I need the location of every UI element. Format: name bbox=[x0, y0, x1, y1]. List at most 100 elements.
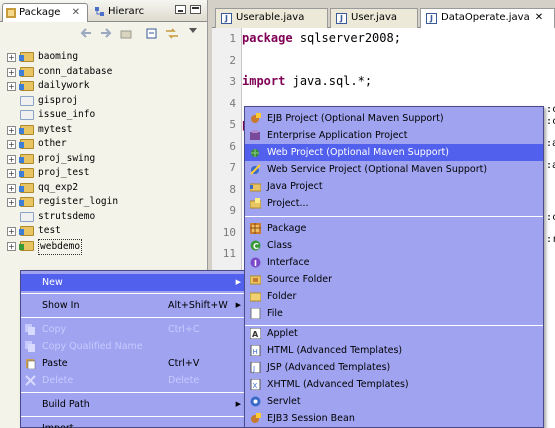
menu-item-applet[interactable]: A Applet bbox=[245, 325, 543, 342]
tree-item-label: mytest bbox=[38, 123, 73, 135]
project-folder-icon bbox=[19, 226, 34, 236]
project-tree: + baoming + conn_database + dailywork gispr… bbox=[0, 50, 207, 255]
tab-user-java[interactable]: J User.java bbox=[330, 8, 418, 28]
tree-item-conn-database[interactable]: + conn_database bbox=[0, 65, 207, 80]
line-number: 3 bbox=[229, 75, 236, 88]
tree-item-gisproj[interactable]: gisproj bbox=[0, 94, 207, 109]
tab-hierarchy-label: Hierarc bbox=[108, 6, 145, 17]
view-menu-icon[interactable] bbox=[189, 26, 201, 37]
minimize-icon[interactable] bbox=[175, 5, 186, 14]
menu-item-project[interactable]: Project... bbox=[245, 195, 543, 212]
tab-package-explorer[interactable]: Package ✕ bbox=[2, 3, 88, 22]
package-explorer-toolbar bbox=[0, 22, 207, 44]
menu-item-ejb3-session-bean[interactable]: EJB3 Session Bean bbox=[245, 410, 543, 427]
tree-item-baoming[interactable]: + baoming bbox=[0, 50, 207, 65]
menu-item-web-service-project[interactable]: Web Service Project (Optional Maven Supp… bbox=[245, 161, 543, 178]
forward-arrow-icon[interactable] bbox=[100, 28, 112, 39]
menu-item-ejb-project[interactable]: EJB Project (Optional Maven Support) bbox=[245, 110, 543, 127]
tree-item-register-login[interactable]: + register_login bbox=[0, 195, 207, 210]
back-arrow-icon[interactable] bbox=[80, 28, 92, 39]
menu-label: Delete bbox=[42, 375, 74, 386]
menu-item-enterprise-application-project[interactable]: Enterprise Application Project bbox=[245, 127, 543, 144]
menu-item-java-project[interactable]: Java Project bbox=[245, 178, 543, 195]
code-line: 2 bbox=[229, 50, 555, 72]
menu-item-import[interactable]: Import bbox=[21, 420, 245, 428]
expand-icon[interactable]: + bbox=[7, 169, 16, 178]
package-icon bbox=[250, 223, 261, 234]
file-icon bbox=[250, 307, 261, 320]
link-editor-icon[interactable] bbox=[165, 28, 178, 39]
web-project-folder-icon bbox=[19, 240, 34, 251]
context-menu: New ▶ Show In Alt+Shift+W ▶ Copy Ctrl+C Copy… bbox=[20, 270, 246, 428]
menu-label: EJB3 Session Bean bbox=[267, 413, 355, 424]
expand-icon[interactable]: + bbox=[7, 82, 16, 91]
menu-item-copy-qualified-name[interactable]: Copy Qualified Name bbox=[21, 338, 245, 355]
delete-icon bbox=[25, 375, 36, 386]
menu-item-source-folder[interactable]: Source Folder bbox=[245, 271, 543, 288]
menu-item-build-path[interactable]: Build Path ▶ bbox=[21, 396, 245, 413]
expand-icon[interactable]: + bbox=[7, 53, 16, 62]
menu-item-delete[interactable]: Delete Delete bbox=[21, 372, 245, 389]
menu-label: JSP (Advanced Templates) bbox=[267, 362, 391, 373]
tree-item-webdemo[interactable]: + webdemo bbox=[0, 238, 207, 255]
closed-project-icon bbox=[20, 211, 34, 222]
tree-item-label: register_login bbox=[38, 196, 119, 207]
menu-item-xhtml[interactable]: X XHTML (Advanced Templates) bbox=[245, 376, 543, 393]
tree-item-proj-swing[interactable]: + proj_swing bbox=[0, 152, 207, 167]
expand-icon[interactable]: + bbox=[7, 183, 16, 193]
menu-item-class[interactable]: C Class bbox=[245, 237, 543, 254]
menu-item-new[interactable]: New ▶ bbox=[21, 274, 245, 291]
expand-icon[interactable]: + bbox=[7, 154, 16, 164]
menu-item-html[interactable]: H HTML (Advanced Templates) bbox=[245, 342, 543, 359]
line-number: 10 bbox=[222, 225, 236, 239]
menu-label: HTML (Advanced Templates) bbox=[267, 345, 403, 356]
tree-item-proj-test[interactable]: + proj_test bbox=[0, 166, 207, 181]
menu-item-file[interactable]: File bbox=[245, 305, 543, 322]
tree-item-qq-exp2[interactable]: + qq_exp2 bbox=[0, 181, 207, 196]
tree-item-other[interactable]: + other bbox=[0, 137, 207, 152]
tab-dataoperate-java[interactable]: J DataOperate.java ✕ bbox=[420, 8, 555, 28]
tree-item-label: strutsdemo bbox=[38, 210, 96, 222]
close-icon[interactable]: ✕ bbox=[72, 7, 80, 18]
menu-item-copy[interactable]: Copy Ctrl+C bbox=[21, 321, 245, 338]
code-fragments: :c :c :a :a :c :r bbox=[546, 104, 555, 256]
tree-item-label: gisproj bbox=[38, 94, 79, 106]
menu-item-paste[interactable]: Paste Ctrl+V bbox=[21, 355, 245, 372]
maximize-icon[interactable] bbox=[190, 5, 201, 14]
menu-item-show-in[interactable]: Show In Alt+Shift+W ▶ bbox=[21, 297, 245, 314]
tree-item-strutsdemo[interactable]: strutsdemo bbox=[0, 210, 207, 225]
menu-item-interface[interactable]: I Interface bbox=[245, 254, 543, 271]
menu-accel: Ctrl+C bbox=[168, 324, 200, 335]
tree-item-test[interactable]: + test bbox=[0, 224, 207, 239]
line-number: 2 bbox=[229, 53, 236, 67]
tree-item-label: other bbox=[38, 138, 67, 149]
menu-label: Interface bbox=[267, 257, 310, 268]
html-icon: H bbox=[250, 344, 261, 357]
menu-item-servlet[interactable]: Servlet bbox=[245, 393, 543, 410]
menu-item-folder[interactable]: Folder bbox=[245, 288, 543, 305]
tab-userable-java[interactable]: J Userable.java bbox=[215, 8, 328, 28]
submenu-arrow-icon: ▶ bbox=[235, 301, 241, 309]
menu-item-package[interactable]: Package bbox=[245, 220, 543, 237]
tree-item-mytest[interactable]: + mytest bbox=[0, 123, 207, 138]
tree-item-label: qq_exp2 bbox=[38, 181, 79, 193]
menu-label: Paste bbox=[42, 358, 68, 369]
menu-label: Web Service Project (Optional Maven Supp… bbox=[267, 164, 488, 175]
tree-item-dailywork[interactable]: + dailywork bbox=[0, 79, 207, 94]
expand-icon[interactable]: + bbox=[7, 241, 16, 251]
menu-label: XHTML (Advanced Templates) bbox=[267, 379, 409, 390]
expand-icon[interactable]: + bbox=[7, 67, 16, 77]
collapse-all-icon[interactable] bbox=[146, 28, 158, 39]
expand-icon[interactable]: + bbox=[7, 198, 16, 207]
tree-item-label: conn_database bbox=[38, 65, 113, 77]
expand-icon[interactable]: + bbox=[7, 125, 16, 135]
up-folder-icon[interactable] bbox=[120, 28, 132, 39]
menu-item-web-project[interactable]: Web Project (Optional Maven Support) bbox=[245, 144, 543, 161]
menu-item-jsp[interactable]: J JSP (Advanced Templates) bbox=[245, 359, 543, 376]
close-icon[interactable]: ✕ bbox=[535, 12, 543, 23]
tree-item-issue-info[interactable]: issue_info bbox=[0, 108, 207, 123]
menu-label: Servlet bbox=[267, 396, 301, 407]
tab-hierarchy[interactable]: Hierarc bbox=[92, 3, 166, 22]
expand-icon[interactable]: + bbox=[7, 227, 16, 236]
expand-icon[interactable]: + bbox=[7, 140, 16, 149]
